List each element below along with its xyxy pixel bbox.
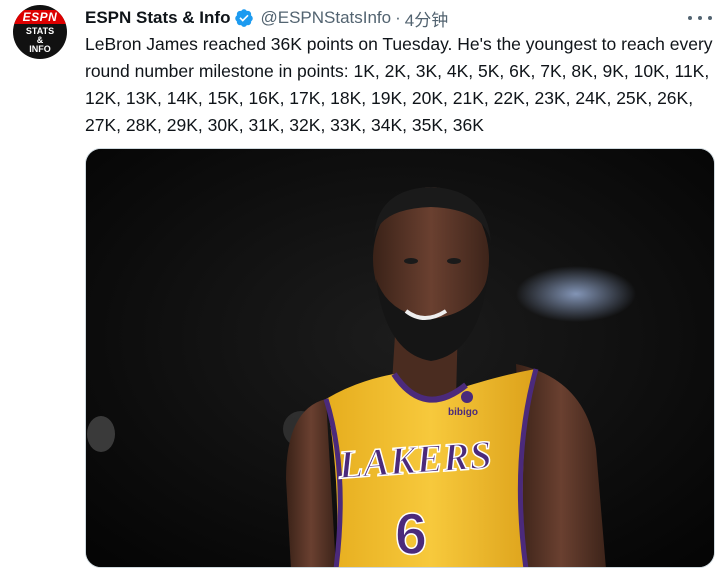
jersey-number: 6 <box>395 502 427 567</box>
avatar-stats-text: STATS & INFO <box>25 26 55 54</box>
avatar-brand: ESPN <box>13 10 67 24</box>
tweet-photo[interactable]: LAKERS 6 bibigo <box>85 148 715 568</box>
jersey-sponsor: bibigo <box>448 407 478 418</box>
avatar[interactable]: ESPN STATS & INFO <box>13 5 67 59</box>
tweet: ESPN STATS & INFO ESPN Stats & Info @ESP… <box>0 0 726 570</box>
more-options-icon[interactable] <box>688 9 712 27</box>
author-handle[interactable]: @ESPNStatsInfo <box>260 8 391 28</box>
tweet-header: ESPN Stats & Info @ESPNStatsInfo · 4分钟 <box>85 6 448 30</box>
tweet-text: LeBron James reached 36K points on Tuesd… <box>85 34 713 135</box>
separator-dot: · <box>395 8 401 27</box>
verified-badge-icon <box>234 8 254 28</box>
tweet-timestamp[interactable]: 4分钟 <box>405 6 448 31</box>
lebron-photo-illustration: LAKERS 6 bibigo <box>86 149 714 567</box>
author-name[interactable]: ESPN Stats & Info <box>85 8 230 28</box>
